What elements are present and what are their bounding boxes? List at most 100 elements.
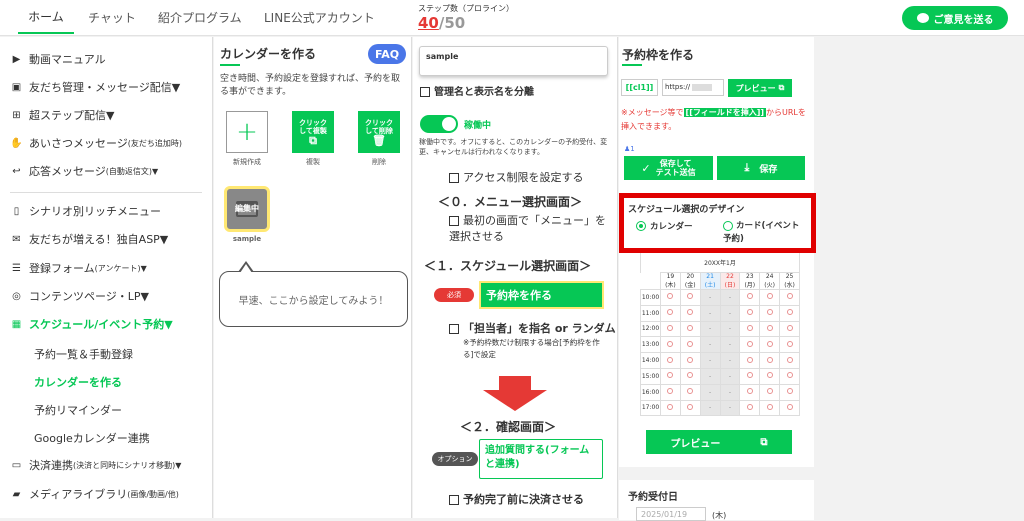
slot-available[interactable] (739, 320, 761, 338)
url-prefix: https:// (665, 83, 691, 91)
sidebar-divider (10, 192, 202, 193)
slot-available[interactable] (679, 367, 701, 385)
active-toggle[interactable] (420, 115, 458, 133)
big-preview-button[interactable]: プレビュー ⧉ (646, 430, 792, 454)
sidebar-item-content[interactable]: ◎ コンテンツページ・LP▼ (10, 285, 149, 307)
separate-name-checkbox[interactable]: 管理名と表示名を分離 (420, 83, 534, 98)
time-row: 15:00 - - (640, 367, 800, 385)
nav-chat[interactable]: チャット (88, 0, 136, 34)
feedback-button[interactable]: ご意見を送る (902, 6, 1008, 30)
slot-available[interactable] (739, 304, 761, 322)
slot-available[interactable] (779, 367, 800, 385)
slot-available[interactable] (759, 399, 781, 417)
circle-icon (766, 293, 773, 300)
accept-date-input[interactable]: 2025/01/19 (636, 507, 706, 521)
slot-available[interactable] (739, 336, 761, 354)
slot-available[interactable] (679, 336, 701, 354)
slot-available[interactable] (679, 320, 701, 338)
sidebar-item-media[interactable]: ▰ メディアライブラリ (画像/動画/他) (10, 483, 179, 505)
slot-available[interactable] (660, 320, 681, 338)
slot-available[interactable] (660, 289, 681, 306)
sidebar-item-asp[interactable]: ✉ 友だちが増える！独自ASP▼ (10, 228, 168, 250)
circle-icon (766, 388, 773, 395)
slot-available[interactable] (660, 336, 681, 354)
slot-available[interactable] (779, 336, 800, 354)
design-option-card[interactable]: カード(イベント予約) (723, 220, 803, 246)
calendar-card-sample[interactable]: 編集中 (224, 186, 270, 232)
circle-icon (766, 324, 773, 331)
circle-icon (786, 403, 793, 410)
extra-question-button[interactable]: 追加質問する(フォームと連携) (479, 439, 603, 479)
save-test-button[interactable]: ✓ 保存して テスト送信 (624, 156, 713, 180)
nav-line-account[interactable]: LINE公式アカウント (264, 0, 375, 34)
sidebar-item-friends[interactable]: ▣ 友だち管理・メッセージ配信▼ (10, 76, 180, 98)
sidebar-item-form[interactable]: ☰ 登録フォーム (アンケート)▼ (10, 257, 147, 279)
slot-available[interactable] (779, 399, 800, 417)
sidebar-item-auto-reply[interactable]: ↩ 応答メッセージ (自動返信文)▼ (10, 160, 158, 182)
nav-home[interactable]: ホーム (18, 0, 74, 34)
sidebar-item-video-manual[interactable]: ▶ 動画マニュアル (10, 48, 106, 70)
sidebar-subitem-reminder[interactable]: 予約リマインダー (34, 402, 122, 418)
slot-available[interactable] (679, 383, 701, 401)
design-option-calendar[interactable]: カレンダー (636, 220, 693, 232)
slot-available[interactable] (759, 289, 781, 306)
new-calendar-button[interactable]: + (226, 111, 268, 153)
sidebar-subitem-reservations[interactable]: 予約一覧＆手動登録 (34, 346, 133, 362)
payment-checkbox[interactable]: 予約完了前に決済させる (449, 491, 584, 507)
slot-available[interactable] (739, 289, 761, 306)
slot-available[interactable] (660, 304, 681, 322)
hand-icon: ✋ (10, 137, 23, 149)
slot-available[interactable] (739, 399, 761, 417)
slot-available[interactable] (759, 383, 781, 401)
copy-button[interactable]: クリックして複製 ⧉ (292, 111, 334, 153)
nav-chat-label: チャット (88, 10, 136, 25)
faq-button[interactable]: FAQ (368, 44, 406, 64)
preview-button[interactable]: プレビュー ⧉ (728, 79, 792, 97)
top-bar: ホーム チャット 紹介プログラム LINE公式アカウント ステップ数（プロライン… (0, 0, 1024, 36)
slot-available[interactable] (660, 367, 681, 385)
calendar-name-input[interactable]: sample (419, 46, 608, 76)
sidebar-item-sublabel: (アンケート)▼ (94, 263, 147, 273)
save-button[interactable]: ⤓ 保存 (717, 156, 805, 180)
required-badge: 必須 (434, 288, 474, 302)
sidebar-item-payment[interactable]: ▭ 決済連携 (決済と同時にシナリオ移動)▼ (10, 454, 182, 476)
slot-available[interactable] (739, 367, 761, 385)
slot-available[interactable] (679, 289, 701, 306)
day-number: 21 (706, 273, 714, 280)
slot-available[interactable] (779, 352, 800, 369)
slot-available[interactable] (759, 367, 781, 385)
slot-available[interactable] (660, 399, 681, 417)
sidebar-item-rich-menu[interactable]: ▯ シナリオ別リッチメニュー (10, 200, 161, 222)
slot-available[interactable] (679, 352, 701, 369)
calendar-icon: ▦ (11, 318, 22, 330)
slot-available[interactable] (660, 352, 681, 369)
slot-available[interactable] (679, 399, 701, 417)
menu-select-label: 最初の画面で「メニュー」を選択させる (449, 214, 606, 243)
create-frame-button[interactable]: 予約枠を作る (479, 281, 604, 309)
slot-available[interactable] (759, 304, 781, 322)
insert-field-tag[interactable]: [[フィールドを挿入]] (683, 108, 767, 117)
circle-icon (667, 388, 674, 395)
slot-available[interactable] (779, 304, 800, 322)
delete-button[interactable]: クリックして削除 🗑 (358, 111, 400, 153)
sidebar-subitem-create-calendar[interactable]: カレンダーを作る (34, 374, 122, 390)
slot-available[interactable] (660, 383, 681, 401)
slot-available[interactable] (759, 352, 781, 369)
slot-available[interactable] (779, 383, 800, 401)
slot-available[interactable] (759, 320, 781, 338)
slot-available[interactable] (779, 320, 800, 338)
slot-available[interactable] (739, 352, 761, 369)
slot-available[interactable] (759, 336, 781, 354)
calendar-url-field[interactable]: https:// (662, 79, 724, 96)
staff-checkbox[interactable]: 「担当者」を指名 or ランダム (449, 320, 616, 336)
slot-available[interactable] (739, 383, 761, 401)
sidebar-item-schedule[interactable]: ▦ スケジュール/イベント予約▼ (10, 313, 173, 335)
slot-available[interactable] (679, 304, 701, 322)
access-limit-checkbox[interactable]: アクセス制限を設定する (449, 169, 583, 185)
menu-select-checkbox[interactable]: 最初の画面で「メニュー」を選択させる (449, 213, 611, 245)
slot-available[interactable] (779, 289, 800, 306)
nav-referral[interactable]: 紹介プログラム (158, 0, 242, 34)
sidebar-item-super-step[interactable]: ⊞ 超ステップ配信▼ (10, 104, 114, 126)
sidebar-subitem-google-calendar[interactable]: Googleカレンダー連携 (34, 430, 150, 446)
sidebar-item-greeting[interactable]: ✋ あいさつメッセージ (友だち追加時) (10, 132, 182, 154)
